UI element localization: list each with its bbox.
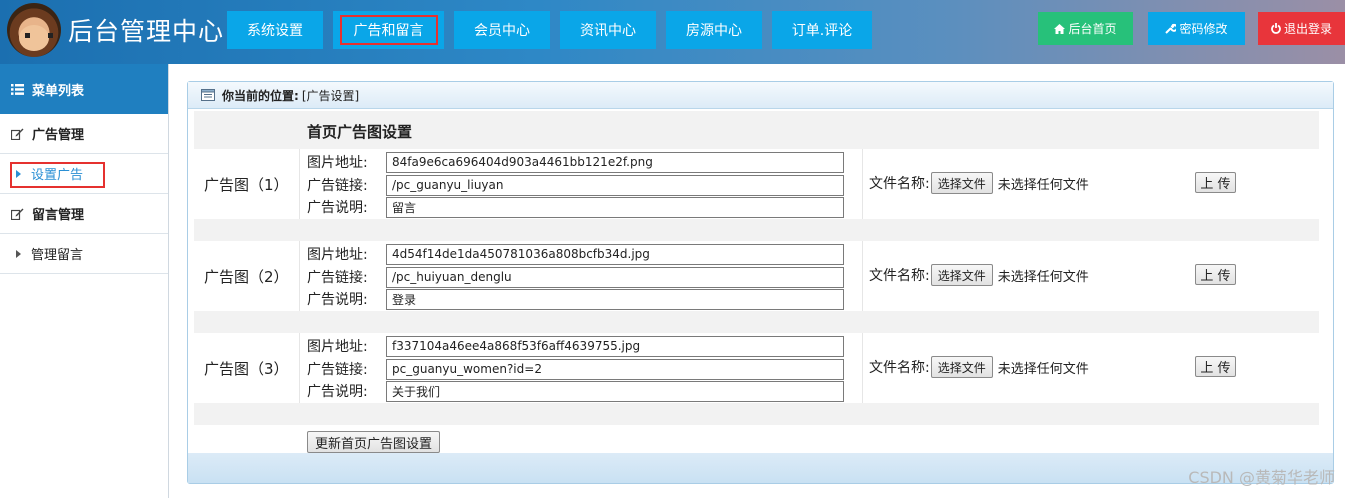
image-url-input[interactable] xyxy=(386,243,844,265)
ad-desc-input[interactable] xyxy=(386,380,844,402)
breadcrumb: 你当前的位置: [广告设置] xyxy=(188,82,1333,109)
upload-button[interactable]: 上 传 xyxy=(1195,264,1236,285)
highlight-box xyxy=(10,162,105,188)
image-url-input[interactable] xyxy=(386,151,844,173)
location-label: 你当前的位置: xyxy=(222,88,299,103)
choose-file-button[interactable]: 选择文件 xyxy=(930,264,993,286)
sidebar-group-ads[interactable]: 广告管理 xyxy=(0,114,168,154)
panel-footer xyxy=(188,453,1333,483)
sidebar: 菜单列表 广告管理 设置广告 留言管理 管理留言 xyxy=(0,64,169,498)
ad-link-input[interactable] xyxy=(386,266,844,288)
sidebar-item-manage-messages[interactable]: 管理留言 xyxy=(0,234,168,274)
logo xyxy=(7,3,61,57)
window-icon xyxy=(201,89,215,101)
ad-label: 广告图（2） xyxy=(204,268,289,286)
file-picker: 文件名称: 选择文件 未选择任何文件 xyxy=(869,264,1089,286)
home-icon xyxy=(1054,23,1066,34)
top-header: 后台管理中心 系统设置 广告和留言 会员中心 资讯中心 房源中心 订单.评论 后… xyxy=(0,0,1345,64)
image-url-input[interactable] xyxy=(386,335,844,357)
nav-house-center[interactable]: 房源中心 xyxy=(666,11,762,49)
choose-file-button[interactable]: 选择文件 xyxy=(930,356,993,378)
no-file-text: 未选择任何文件 xyxy=(997,361,1089,377)
update-ads-button[interactable]: 更新首页广告图设置 xyxy=(307,431,441,453)
logout-button[interactable]: 退出登录 xyxy=(1258,12,1345,45)
ad-row-1: 广告图（1） 图片地址: 广告链接: 广告说明: 文件名称: 选择文件 未选择任… xyxy=(194,149,1319,219)
upload-button[interactable]: 上 传 xyxy=(1195,356,1236,377)
location-value: [广告设置] xyxy=(301,88,360,103)
sidebar-title: 菜单列表 xyxy=(32,83,85,99)
home-button[interactable]: 后台首页 xyxy=(1038,12,1133,45)
file-picker: 文件名称: 选择文件 未选择任何文件 xyxy=(869,356,1089,378)
image-field: 图片地址: xyxy=(307,243,844,265)
edit-icon xyxy=(11,128,24,140)
section-title-row: 首页广告图设置 xyxy=(194,111,1319,149)
link-field: 广告链接: xyxy=(307,174,844,196)
no-file-text: 未选择任何文件 xyxy=(997,269,1089,285)
image-field: 图片地址: xyxy=(307,151,844,173)
nav-ads-messages[interactable]: 广告和留言 xyxy=(333,11,444,49)
list-icon xyxy=(11,83,24,95)
ad-label: 广告图（1） xyxy=(204,176,289,194)
ad-desc-input[interactable] xyxy=(386,196,844,218)
wrench-icon xyxy=(1165,23,1177,34)
site-title: 后台管理中心 xyxy=(68,17,225,46)
desc-field: 广告说明: xyxy=(307,196,844,218)
file-picker: 文件名称: 选择文件 未选择任何文件 xyxy=(869,172,1089,194)
change-password-button[interactable]: 密码修改 xyxy=(1148,12,1245,45)
ad-row-3: 广告图（3） 图片地址: 广告链接: 广告说明: 文件名称: 选择文件 未选择任… xyxy=(194,333,1319,403)
section-title: 首页广告图设置 xyxy=(307,123,413,141)
edit-icon xyxy=(11,208,24,220)
link-field: 广告链接: xyxy=(307,266,844,288)
nav-news-center[interactable]: 资讯中心 xyxy=(560,11,656,49)
ad-label: 广告图（3） xyxy=(204,360,289,378)
desc-field: 广告说明: xyxy=(307,380,844,402)
no-file-text: 未选择任何文件 xyxy=(997,177,1089,193)
power-icon xyxy=(1271,23,1281,34)
nav-member-center[interactable]: 会员中心 xyxy=(454,11,550,49)
upload-button[interactable]: 上 传 xyxy=(1195,172,1236,193)
ad-settings-table: 首页广告图设置 广告图（1） 图片地址: 广告链接: 广告说明: 文件名称: 选… xyxy=(194,111,1319,459)
caret-right-icon xyxy=(16,249,21,258)
choose-file-button[interactable]: 选择文件 xyxy=(930,172,993,194)
sidebar-header: 菜单列表 xyxy=(0,64,168,114)
desc-field: 广告说明: xyxy=(307,288,844,310)
watermark: CSDN @黄菊华老师 xyxy=(1188,468,1335,487)
nav-orders-comments[interactable]: 订单.评论 xyxy=(772,11,872,49)
sidebar-group-messages[interactable]: 留言管理 xyxy=(0,194,168,234)
link-field: 广告链接: xyxy=(307,358,844,380)
ad-desc-input[interactable] xyxy=(386,288,844,310)
ad-link-input[interactable] xyxy=(386,358,844,380)
ad-link-input[interactable] xyxy=(386,174,844,196)
image-field: 图片地址: xyxy=(307,335,844,357)
content-panel: 你当前的位置: [广告设置] 首页广告图设置 广告图（1） 图片地址: 广告链接… xyxy=(187,81,1334,484)
nav-system-settings[interactable]: 系统设置 xyxy=(227,11,323,49)
ad-row-2: 广告图（2） 图片地址: 广告链接: 广告说明: 文件名称: 选择文件 未选择任… xyxy=(194,241,1319,311)
